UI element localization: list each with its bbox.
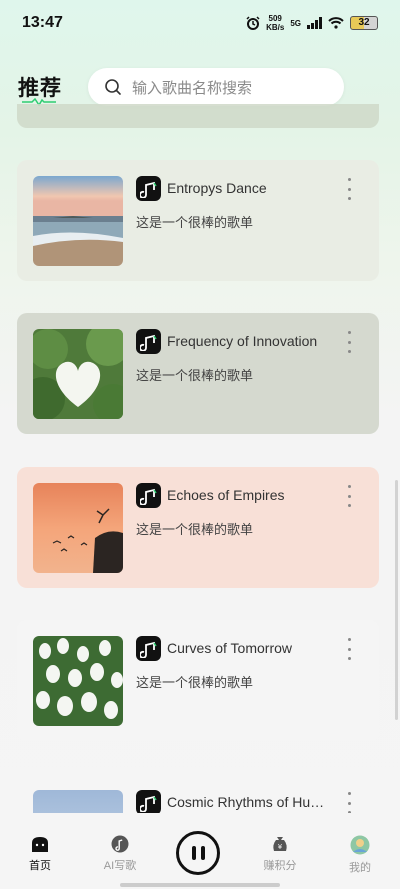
playlist-card[interactable]: Cosmic Rhythms of Hub… <box>17 774 379 813</box>
bottom-nav: 首页 AI写歌 ¥ 赚积分 我的 <box>0 813 400 889</box>
playlist-title: Entropys Dance <box>167 180 267 196</box>
money-bag-icon: ¥ <box>273 837 287 851</box>
music-note-icon <box>136 790 161 813</box>
playlist-card-partial[interactable] <box>17 104 379 128</box>
playlist-title: Cosmic Rhythms of Hub… <box>167 794 327 810</box>
playlist-card[interactable]: Curves of Tomorrow 这是一个很棒的歌单 <box>17 620 379 741</box>
nav-ai-write[interactable]: AI写歌 <box>90 835 150 873</box>
playlist-title: Curves of Tomorrow <box>167 640 293 656</box>
nav-earn-points[interactable]: ¥ 赚积分 <box>250 835 310 873</box>
playlist-description: 这是一个很棒的歌单 <box>136 675 254 690</box>
search-input[interactable] <box>130 68 334 108</box>
music-disc-icon <box>111 835 129 853</box>
nav-ai-write-label: AI写歌 <box>103 860 137 872</box>
music-note-icon <box>136 329 161 354</box>
playlist-card[interactable]: Frequency of Innovation 这是一个很棒的歌单 <box>17 313 379 434</box>
avatar-icon <box>350 835 370 855</box>
nav-me[interactable]: 我的 <box>330 835 390 875</box>
scrollbar[interactable] <box>395 480 398 720</box>
status-bar: 13:47 509 KB/s 5G 32 <box>0 0 400 48</box>
home-icon <box>32 837 48 852</box>
battery-icon: 32 <box>350 16 378 30</box>
playlist-cover-tulips[interactable] <box>33 636 123 726</box>
playlist-cover-sunset-birds[interactable] <box>33 483 123 573</box>
pause-icon <box>191 846 196 860</box>
playlist-description: 这是一个很棒的歌单 <box>136 368 254 383</box>
playlist-card[interactable]: Echoes of Empires 这是一个很棒的歌单 <box>17 467 379 588</box>
playlist-title: Frequency of Innovation <box>167 333 318 349</box>
nav-home[interactable]: 首页 <box>10 835 70 873</box>
search-icon <box>105 79 121 95</box>
music-note-icon <box>136 636 161 661</box>
svg-text:¥: ¥ <box>278 843 283 851</box>
wifi-icon <box>328 17 344 29</box>
net-speed: 509 KB/s <box>266 14 284 32</box>
more-options-button[interactable] <box>339 485 359 507</box>
network-type: 5G <box>290 18 301 28</box>
playlist-description: 这是一个很棒的歌单 <box>136 522 254 537</box>
playlist-cover-heart-trees[interactable] <box>33 329 123 419</box>
nav-earn-points-label: 赚积分 <box>263 860 297 872</box>
search-bar[interactable] <box>88 68 344 108</box>
net-speed-value: 509 <box>268 14 282 23</box>
more-options-button[interactable] <box>339 792 359 813</box>
playlist-description: 这是一个很棒的歌单 <box>136 215 254 230</box>
music-note-icon <box>136 176 161 201</box>
playlist-title: Echoes of Empires <box>167 487 285 503</box>
pause-button[interactable] <box>176 831 220 875</box>
playlist-card[interactable]: Entropys Dance 这是一个很棒的歌单 <box>17 160 379 281</box>
status-icons: 509 KB/s 5G 32 <box>246 14 378 32</box>
status-time: 13:47 <box>22 14 63 31</box>
more-options-button[interactable] <box>339 331 359 353</box>
nav-me-label: 我的 <box>349 862 371 874</box>
music-note-icon <box>136 483 161 508</box>
home-indicator <box>120 883 280 887</box>
playlist-cover-beach[interactable] <box>33 176 123 266</box>
more-options-button[interactable] <box>339 178 359 200</box>
playlist-cover-sky[interactable] <box>33 790 123 813</box>
nav-home-label: 首页 <box>29 860 51 872</box>
signal-icon <box>307 17 322 29</box>
alarm-icon <box>246 16 260 30</box>
more-options-button[interactable] <box>339 638 359 660</box>
net-speed-unit: KB/s <box>266 23 285 32</box>
